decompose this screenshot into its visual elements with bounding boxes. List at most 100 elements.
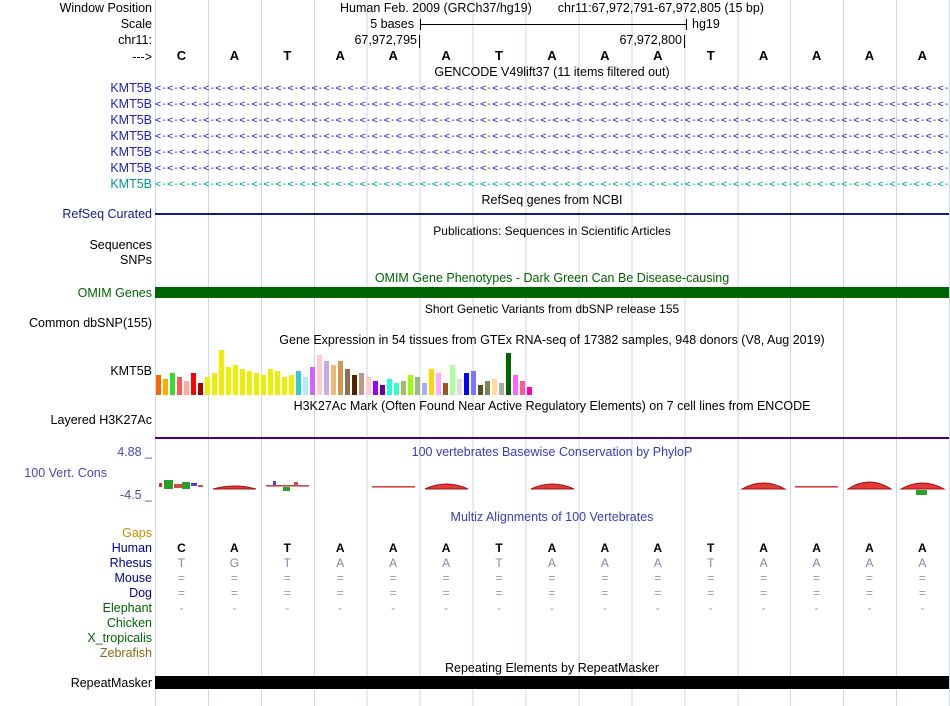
conservation-track-label[interactable]: 100 Vert. Cons [0, 466, 107, 480]
conservation-arc-mark [420, 453, 473, 497]
dbsnp-track-label[interactable]: Common dbSNP(155) [0, 316, 152, 330]
gtex-tissue-bar [261, 375, 266, 395]
coordinate-tick-label: 67,972,795 [320, 33, 417, 47]
alignment-base: A [631, 541, 684, 556]
alignment-base: C [155, 541, 208, 556]
repeatmasker-item[interactable] [155, 676, 949, 689]
gtex-tissue-bar [198, 383, 203, 395]
alignment-base: G [208, 556, 261, 571]
gtex-tissue-bar [254, 373, 259, 395]
species-label[interactable]: Zebrafish [0, 646, 152, 660]
species-label[interactable]: Human [0, 541, 152, 555]
alignment-base: - [790, 601, 843, 616]
publications-sequences-label[interactable]: Sequences [0, 238, 152, 252]
alignment-base: = [261, 571, 314, 586]
species-label[interactable]: X_tropicalis [0, 631, 152, 645]
base-letter: A [631, 49, 684, 63]
conservation-ymin-label: -4.5 _ [0, 488, 152, 502]
repeatmasker-track-label[interactable]: RepeatMasker [0, 676, 152, 690]
alignment-base: = [631, 586, 684, 601]
strand-direction-label: ---> [0, 50, 152, 64]
alignment-base: - [684, 601, 737, 616]
gene-strand-line[interactable]: <-<-<-<-<-<-<-<-<-<-<-<-<-<-<-<-<-<-<-<-… [155, 97, 949, 112]
gtex-tissue-bar [268, 369, 273, 395]
gene-strand-line[interactable]: <-<-<-<-<-<-<-<-<-<-<-<-<-<-<-<-<-<-<-<-… [155, 145, 949, 160]
h3k27ac-track-label[interactable]: Layered H3K27Ac [0, 413, 152, 427]
gene-strand-line[interactable]: <-<-<-<-<-<-<-<-<-<-<-<-<-<-<-<-<-<-<-<-… [155, 129, 949, 144]
gene-strand-line[interactable]: <-<-<-<-<-<-<-<-<-<-<-<-<-<-<-<-<-<-<-<-… [155, 81, 949, 96]
refseq-curated-item[interactable] [155, 213, 949, 215]
alignment-base: T [261, 556, 314, 571]
gene-label[interactable]: KMT5B [0, 97, 152, 111]
gtex-tissue-bar [429, 369, 434, 395]
base-letter: C [155, 49, 208, 63]
base-letter: A [578, 49, 631, 63]
alignment-base: A [737, 556, 790, 571]
gtex-tissue-bar [275, 371, 280, 395]
alignment-base: A [367, 556, 420, 571]
base-letter: A [420, 49, 473, 63]
alignment-base: = [420, 586, 473, 601]
conservation-wiggle[interactable] [155, 453, 949, 500]
gtex-expression-barchart[interactable] [156, 348, 532, 395]
species-label[interactable]: Elephant [0, 601, 152, 615]
refseq-track-header: RefSeq genes from NCBI [155, 193, 949, 207]
species-label[interactable]: Chicken [0, 616, 152, 630]
gene-strand-line[interactable]: <-<-<-<-<-<-<-<-<-<-<-<-<-<-<-<-<-<-<-<-… [155, 113, 949, 128]
alignment-base: = [525, 586, 578, 601]
scale-value: 5 bases [314, 17, 414, 31]
alignment-row-chicken: Chicken [0, 616, 950, 631]
base-sequence-row[interactable]: CATAAATAAATAAAA [155, 49, 949, 63]
refseq-curated-label[interactable]: RefSeq Curated [0, 207, 152, 221]
base-letter: A [208, 49, 261, 63]
alignment-base: = [843, 586, 896, 601]
alignment-base: = [737, 586, 790, 601]
gene-strand-line[interactable]: <-<-<-<-<-<-<-<-<-<-<-<-<-<-<-<-<-<-<-<-… [155, 161, 949, 176]
gtex-tissue-bar [457, 379, 462, 395]
gtex-track-header: Gene Expression in 54 tissues from GTEx … [155, 333, 949, 347]
gtex-tissue-bar [352, 375, 357, 395]
omim-genes-label[interactable]: OMIM Genes [0, 286, 152, 300]
alignment-base: A [314, 541, 367, 556]
alignment-base: - [155, 601, 208, 616]
alignment-row-x_tropicalis: X_tropicalis [0, 631, 950, 646]
alignment-row-mouse: Mouse=============== [0, 571, 950, 586]
gene-label[interactable]: KMT5B [0, 145, 152, 159]
h3k27ac-track-header: H3K27Ac Mark (Often Found Near Active Re… [155, 399, 949, 413]
alignment-base: = [684, 586, 737, 601]
gene-label[interactable]: KMT5B [0, 177, 152, 191]
omim-gene-item[interactable] [155, 287, 949, 298]
alignment-base: - [261, 601, 314, 616]
alignment-base: = [843, 571, 896, 586]
base-letter: T [473, 49, 526, 63]
gene-label[interactable]: KMT5B [0, 161, 152, 175]
gene-row: KMT5B<-<-<-<-<-<-<-<-<-<-<-<-<-<-<-<-<-<… [0, 177, 950, 193]
species-label[interactable]: Mouse [0, 571, 152, 585]
chromosome-label: chr11: [0, 33, 152, 47]
gene-label[interactable]: KMT5B [0, 129, 152, 143]
alignment-base: - [473, 601, 526, 616]
gtex-gene-label[interactable]: KMT5B [0, 364, 152, 378]
alignment-row-rhesus: RhesusTGTAAATAAATAAAA [0, 556, 950, 571]
alignment-row-gaps: Gaps [0, 526, 950, 541]
gtex-tissue-bar [226, 367, 231, 395]
base-letter: T [261, 49, 314, 63]
base-letter: T [684, 49, 737, 63]
gene-label[interactable]: KMT5B [0, 113, 152, 127]
gtex-tissue-bar [422, 383, 427, 395]
gene-label[interactable]: KMT5B [0, 81, 152, 95]
species-label[interactable]: Gaps [0, 526, 152, 540]
species-label[interactable]: Dog [0, 586, 152, 600]
alignment-base: T [684, 541, 737, 556]
alignment-base: = [578, 586, 631, 601]
gene-strand-line[interactable]: <-<-<-<-<-<-<-<-<-<-<-<-<-<-<-<-<-<-<-<-… [155, 177, 949, 192]
gtex-tissue-bar [492, 379, 497, 395]
alignment-base: - [420, 601, 473, 616]
species-label[interactable]: Rhesus [0, 556, 152, 570]
alignment-base: A [843, 556, 896, 571]
publications-snps-label[interactable]: SNPs [0, 253, 152, 267]
gtex-tissue-bar [331, 365, 336, 395]
alignment-base: - [525, 601, 578, 616]
alignment-base: - [843, 601, 896, 616]
gtex-tissue-bar [380, 385, 385, 395]
